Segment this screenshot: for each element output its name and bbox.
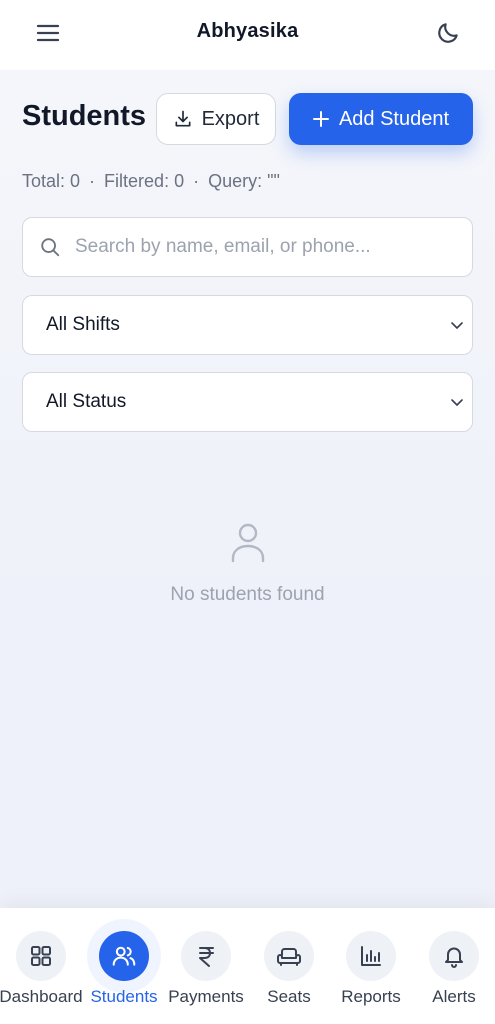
bottom-navigation: Dashboard Students Payments Seats Report… — [0, 908, 495, 1024]
nav-item-students[interactable]: Students — [79, 908, 169, 1024]
nav-item-reports[interactable]: Reports — [326, 908, 416, 1024]
nav-icon-wrapper — [181, 931, 231, 981]
search-icon — [41, 238, 60, 257]
sofa-icon — [277, 948, 301, 966]
nav-icon-wrapper — [264, 931, 314, 981]
search-input[interactable] — [73, 235, 457, 259]
add-student-button-label: Add Student — [338, 107, 450, 130]
nav-item-payments[interactable]: Payments — [161, 908, 251, 1024]
chevron-down-icon — [451, 322, 463, 329]
empty-state-message: No students found — [170, 584, 325, 605]
shift-filter-value: All Shifts — [46, 314, 120, 335]
separator: · — [89, 171, 96, 191]
nav-label: Payments — [168, 987, 244, 1006]
nav-item-alerts[interactable]: Alerts — [409, 908, 495, 1024]
app-title: Abhyasika — [196, 20, 299, 42]
add-student-button[interactable]: Add Student — [289, 93, 473, 145]
nav-icon-wrapper — [429, 931, 479, 981]
plus-icon — [312, 111, 329, 127]
status-filter-value: All Status — [46, 391, 127, 412]
nav-item-seats[interactable]: Seats — [244, 908, 334, 1024]
download-icon — [175, 110, 191, 127]
bell-icon — [445, 947, 463, 968]
nav-item-dashboard[interactable]: Dashboard — [0, 908, 86, 1024]
total-count: Total: 0 — [22, 171, 81, 191]
status-filter-select[interactable]: All Status — [22, 372, 473, 432]
export-button-label: Export — [201, 107, 260, 130]
rupee-icon — [199, 947, 214, 967]
page-title: Students — [22, 100, 147, 132]
export-button[interactable]: Export — [156, 93, 276, 145]
nav-label: Dashboard — [0, 987, 83, 1006]
moon-icon — [438, 23, 458, 43]
query-text: Query: "" — [208, 171, 280, 191]
chevron-down-icon — [451, 399, 463, 406]
search-field[interactable] — [22, 217, 473, 277]
dashboard-grid-icon — [31, 946, 51, 966]
separator: · — [193, 171, 200, 191]
nav-icon-wrapper — [16, 931, 66, 981]
bar-chart-icon — [361, 946, 381, 966]
empty-state: No students found — [0, 522, 495, 606]
nav-label: Students — [90, 987, 158, 1006]
nav-icon-wrapper — [346, 931, 396, 981]
top-app-bar: Abhyasika — [0, 0, 495, 70]
user-icon — [231, 523, 264, 563]
shift-filter-select[interactable]: All Shifts — [22, 295, 473, 355]
filtered-count: Filtered: 0 — [104, 171, 185, 191]
theme-toggle-button[interactable] — [428, 13, 468, 53]
users-icon — [112, 946, 136, 966]
nav-icon-wrapper — [99, 931, 149, 981]
nav-label: Reports — [341, 987, 401, 1006]
nav-label: Seats — [267, 987, 311, 1006]
stats-summary: Total: 0 · Filtered: 0 · Query: "" — [22, 171, 280, 192]
nav-label: Alerts — [432, 987, 476, 1006]
